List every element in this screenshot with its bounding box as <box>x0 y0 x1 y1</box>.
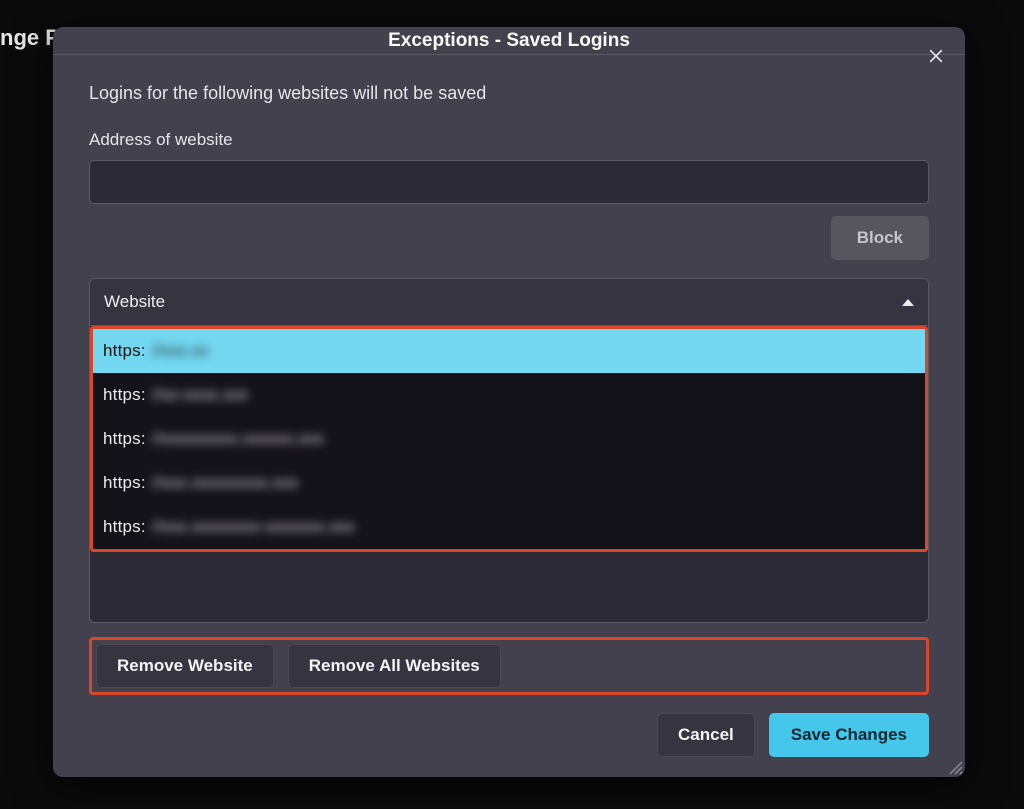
url-rest-blurred: //xxx.xxxxxxxx-xxxxxxx.xxx <box>152 517 355 537</box>
resize-icon <box>947 759 963 775</box>
url-prefix: https: <box>103 341 146 361</box>
url-rest-blurred: //xxx.xxxxxxxxx.xxx <box>152 473 298 493</box>
table-row[interactable]: https: //xxx.xxxxxxxx-xxxxxxx.xxx <box>93 505 925 549</box>
table-empty-area <box>90 552 928 622</box>
url-prefix: https: <box>103 473 146 493</box>
url-prefix: https: <box>103 429 146 449</box>
website-table: Website https: //xxx.xx https: //xx-xxxx… <box>89 278 929 623</box>
address-label: Address of website <box>89 130 929 150</box>
dialog-body: Logins for the following websites will n… <box>53 55 965 777</box>
table-header[interactable]: Website <box>90 279 928 326</box>
column-header-website: Website <box>104 292 165 312</box>
exceptions-dialog: Exceptions - Saved Logins Logins for the… <box>53 27 965 777</box>
url-rest-blurred: //xxx.xx <box>152 341 209 361</box>
address-input[interactable] <box>89 160 929 204</box>
url-prefix: https: <box>103 385 146 405</box>
site-list-highlight: https: //xxx.xx https: //xx-xxxx.xxx htt… <box>90 326 928 552</box>
remove-all-websites-button[interactable]: Remove All Websites <box>288 644 501 688</box>
block-button[interactable]: Block <box>831 216 929 260</box>
resize-handle[interactable] <box>947 759 963 775</box>
sort-ascending-icon <box>902 299 914 306</box>
url-prefix: https: <box>103 517 146 537</box>
table-row[interactable]: https: //xxxxxxxxx.xxxxxx.xxx <box>93 417 925 461</box>
url-rest-blurred: //xx-xxxx.xxx <box>152 385 248 405</box>
dialog-description: Logins for the following websites will n… <box>89 83 929 104</box>
dialog-footer: Cancel Save Changes <box>89 713 929 757</box>
remove-buttons-highlight: Remove Website Remove All Websites <box>89 637 929 695</box>
dialog-header: Exceptions - Saved Logins <box>53 27 965 55</box>
close-icon <box>926 46 946 66</box>
table-row[interactable]: https: //xxx.xxxxxxxxx.xxx <box>93 461 925 505</box>
table-row[interactable]: https: //xxx.xx <box>93 329 925 373</box>
block-row: Block <box>89 216 929 260</box>
url-rest-blurred: //xxxxxxxxx.xxxxxx.xxx <box>152 429 324 449</box>
cancel-button[interactable]: Cancel <box>657 713 755 757</box>
table-row[interactable]: https: //xx-xxxx.xxx <box>93 373 925 417</box>
remove-website-button[interactable]: Remove Website <box>96 644 274 688</box>
site-list: https: //xxx.xx https: //xx-xxxx.xxx htt… <box>93 329 925 549</box>
save-changes-button[interactable]: Save Changes <box>769 713 929 757</box>
dialog-title: Exceptions - Saved Logins <box>388 30 630 52</box>
close-button[interactable] <box>921 41 951 71</box>
